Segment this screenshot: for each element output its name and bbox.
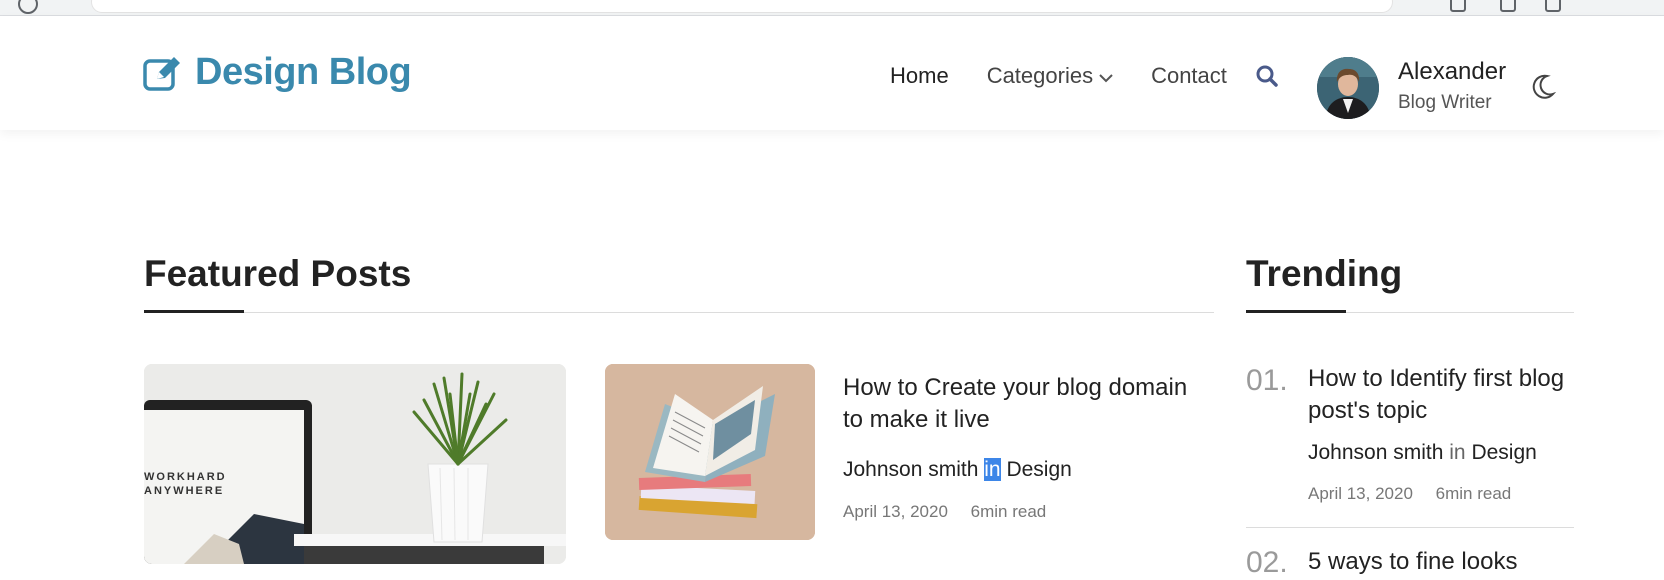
moon-icon[interactable] — [1527, 72, 1557, 102]
trending-underline — [1246, 310, 1346, 313]
search-icon[interactable] — [1254, 63, 1280, 89]
trending-date-line: April 13, 2020 6min read — [1308, 484, 1529, 504]
user-name: Alexander — [1398, 58, 1507, 85]
image-text-1: WORKHARD — [144, 471, 227, 483]
address-bar[interactable] — [92, 0, 1392, 12]
trending-number: 01. — [1246, 364, 1288, 397]
reload-icon[interactable] — [18, 0, 38, 14]
trending-meta: Johnson smith in Design — [1308, 441, 1537, 465]
nav-categories-label: Categories — [986, 63, 1094, 88]
featured-post-image[interactable]: WORKHARD ANYWHERE — [144, 364, 566, 564]
trending-number: 02. — [1246, 546, 1288, 579]
trending-item-divider — [1246, 527, 1574, 528]
featured-divider — [144, 312, 1214, 313]
browser-toolbar — [0, 0, 1664, 16]
featured-underline — [144, 310, 244, 313]
trending-read-time: 6min read — [1435, 484, 1512, 503]
trending-heading: Trending — [1246, 253, 1403, 294]
chevron-down-icon — [1099, 63, 1113, 89]
post-category[interactable]: Design — [1006, 458, 1071, 481]
post-date: April 13, 2020 — [843, 502, 948, 521]
user-role: Blog Writer — [1398, 92, 1492, 113]
post-meta: Johnson smith in Design — [843, 458, 1072, 482]
nav-home[interactable]: Home — [890, 63, 949, 89]
logo-text: Design Blog — [195, 51, 412, 93]
trending-date: April 13, 2020 — [1308, 484, 1413, 503]
post-title[interactable]: How to Create your blog domain to make i… — [843, 372, 1213, 436]
trending-author[interactable]: Johnson smith — [1308, 441, 1443, 464]
trending-in-label: in — [1449, 441, 1466, 464]
post-read-time: 6min read — [970, 502, 1047, 521]
post-date-line: April 13, 2020 6min read — [843, 502, 1064, 522]
post-author[interactable]: Johnson smith — [843, 458, 978, 481]
site-logo[interactable]: Design Blog — [143, 51, 412, 94]
featured-posts-heading: Featured Posts — [144, 253, 412, 294]
post-thumbnail[interactable] — [605, 364, 815, 540]
main-nav: Home Categories Contact — [890, 63, 1265, 89]
nav-contact[interactable]: Contact — [1151, 63, 1227, 89]
site-header: Design Blog Home Categories Contact Alex… — [0, 16, 1664, 130]
image-text-2: ANYWHERE — [144, 485, 224, 497]
extension-icon[interactable] — [1450, 0, 1466, 12]
extension-icon[interactable] — [1500, 0, 1516, 12]
extension-icon[interactable] — [1545, 0, 1561, 12]
nav-categories[interactable]: Categories — [987, 63, 1113, 89]
avatar[interactable] — [1317, 57, 1379, 119]
edit-icon — [143, 53, 183, 93]
trending-category[interactable]: Design — [1471, 441, 1536, 464]
trending-title[interactable]: 5 ways to fine looks — [1308, 546, 1578, 578]
trending-title[interactable]: How to Identify first blog post's topic — [1308, 363, 1578, 427]
post-in-label: in — [984, 458, 1001, 481]
